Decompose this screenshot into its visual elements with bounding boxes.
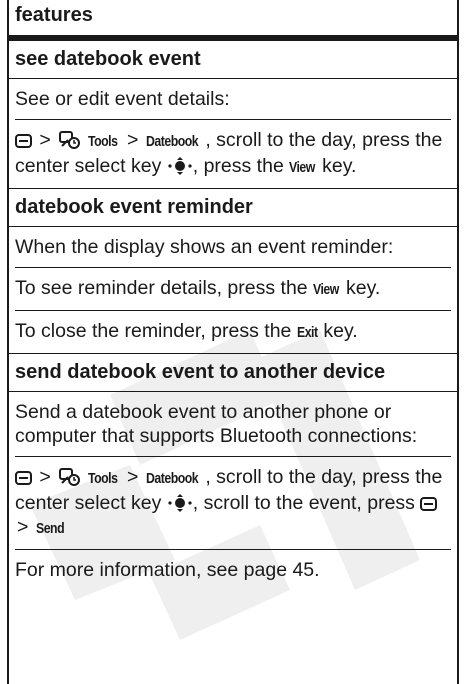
section-body-see-datebook-event: See or edit event details: > Tools > Dat…: [9, 79, 457, 189]
section-intro: When the display shows an event reminder…: [15, 236, 394, 258]
features-table: features see datebook event See or edit …: [7, 0, 459, 684]
tools-icon: [59, 468, 81, 486]
tools-label: Tools: [87, 470, 118, 487]
menu-key-icon: [420, 497, 438, 511]
section-intro: Send a datebook event to another phone o…: [15, 401, 418, 447]
tools-icon: [59, 131, 81, 149]
exit-key-label: Exit: [296, 324, 318, 341]
tools-label: Tools: [87, 133, 118, 150]
section-title-see-datebook-event: see datebook event: [9, 41, 457, 79]
menu-key-icon: [15, 134, 32, 148]
table-header: features: [9, 0, 457, 41]
section-body-send-datebook-event: Send a datebook event to another phone o…: [9, 392, 457, 590]
section-intro: See or edit event details:: [15, 88, 230, 110]
menu-path: > Tools > Datebook, scroll to the day, p…: [15, 465, 447, 541]
navigation-key-icon: [168, 157, 192, 175]
datebook-label: Datebook: [145, 470, 199, 487]
reminder-view-line: To see reminder details, press the View …: [15, 276, 447, 302]
view-key-label: View: [313, 281, 339, 298]
menu-path: > Tools > Datebook, scroll to the day, p…: [15, 128, 447, 180]
section-title-send-datebook-event: send datebook event to another device: [9, 354, 457, 392]
menu-key-icon: [15, 471, 32, 485]
view-key-label: View: [289, 159, 316, 176]
datebook-label: Datebook: [145, 133, 199, 150]
navigation-key-icon: [168, 494, 192, 512]
section-body-datebook-event-reminder: When the display shows an event reminder…: [9, 227, 457, 354]
more-info-text: For more information, see page 45.: [15, 559, 320, 581]
path-key-text: key.: [322, 155, 357, 177]
path-press-text: , press the: [192, 155, 284, 177]
section-title-datebook-event-reminder: datebook event reminder: [9, 189, 457, 227]
path-scroll-event-text: , scroll to the event, press: [192, 492, 415, 514]
reminder-exit-line: To close the reminder, press the Exit ke…: [15, 319, 447, 345]
header-title: features: [15, 4, 93, 26]
send-label: Send: [35, 520, 65, 537]
